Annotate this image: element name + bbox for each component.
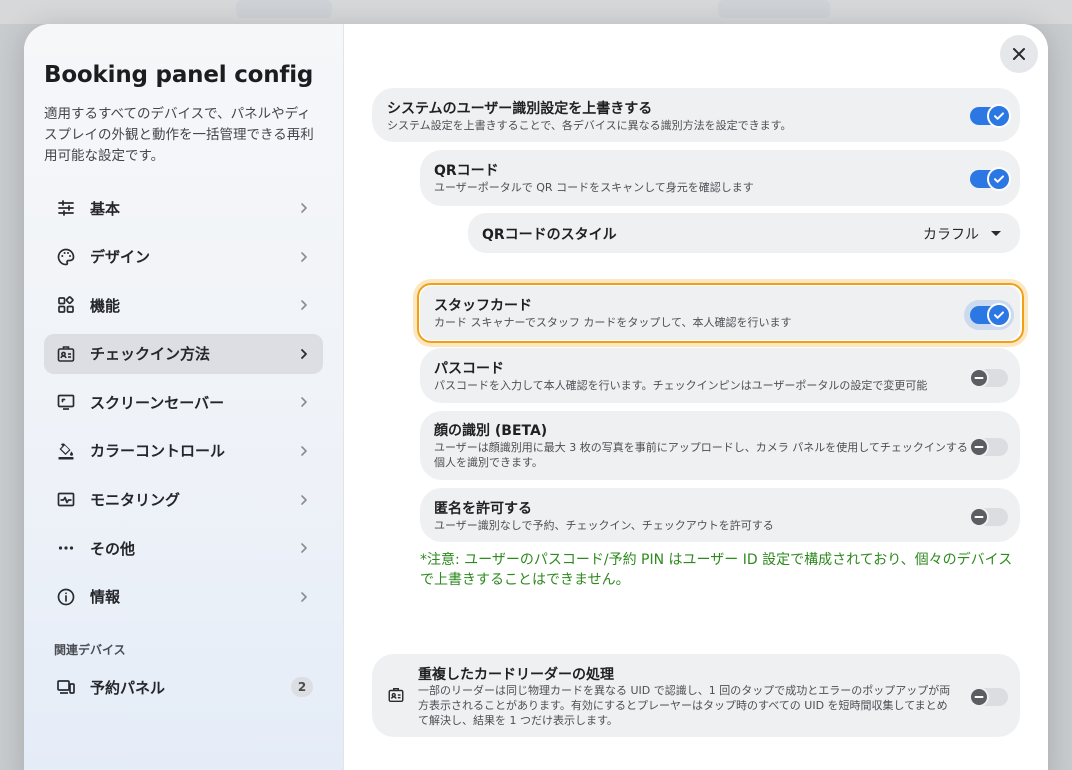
qr-code-setting-row: QRコード ユーザーポータルで QR コードをスキャンして身元を確認します	[420, 150, 1020, 206]
devices-icon	[56, 677, 76, 697]
sidebar-item-other[interactable]: その他	[44, 528, 323, 568]
anonymous-setting-row: 匿名を許可する ユーザー識別なしで予約、チェックイン、チェックアウトを許可する	[420, 488, 1020, 542]
setting-description: 一部のリーダーは同じ物理カードを異なる UID で認識し、1 回のタップで成功と…	[418, 684, 951, 697]
setting-description: て解決し、結果を 1 つだけ表示します。	[418, 714, 618, 727]
staff-card-setting-row: スタッフカード カード スキャナーでスタッフ カードをタップして、本人確認を行い…	[420, 286, 1020, 340]
setting-description: 個人を識別できます。	[434, 456, 543, 469]
monitoring-icon	[56, 490, 76, 510]
setting-title: 顔の識別 (BETA)	[434, 423, 548, 439]
note-line: *注意: ユーザーのパスコード/予約 PIN はユーザー ID 設定で構成されて…	[420, 552, 1013, 568]
chevron-right-icon	[299, 394, 309, 410]
palette-icon	[56, 247, 76, 267]
setting-title: 重複したカードリーダーの処理	[418, 667, 614, 683]
face-recognition-toggle[interactable]	[969, 437, 1008, 457]
sidebar-nav: 基本 デザイン 機能 チェックイン方法 スクリーンセーバー カラーコントロール …	[44, 188, 323, 625]
setting-description: 方表示されることがあります。有効にするとプレーヤーはタップ時のすべての UID …	[418, 699, 948, 712]
note-line: で上書きすることはできません。	[420, 572, 630, 588]
background-tab	[718, 0, 830, 18]
caret-down-icon	[991, 231, 1001, 236]
sidebar-item-label: スクリーンセーバー	[90, 393, 225, 412]
anonymous-toggle[interactable]	[969, 507, 1008, 527]
background-tab	[236, 0, 332, 18]
info-icon	[56, 587, 76, 607]
close-button[interactable]	[1000, 35, 1038, 73]
duplicate-reader-toggle[interactable]	[969, 687, 1008, 707]
sidebar-item-monitoring[interactable]: モニタリング	[44, 480, 323, 520]
face-recognition-setting-row: 顔の識別 (BETA) ユーザーは顔識別用に最大 3 枚の写真を事前にアップロー…	[420, 411, 1020, 480]
sidebar-item-label: 基本	[90, 199, 121, 218]
chevron-right-icon	[299, 492, 309, 508]
setting-description: カード スキャナーでスタッフ カードをタップして、本人確認を行います	[434, 316, 792, 329]
paint-bucket-icon	[56, 441, 76, 461]
duplicate-reader-setting-row: 重複したカードリーダーの処理 一部のリーダーは同じ物理カードを異なる UID で…	[372, 654, 1020, 737]
config-modal: Booking panel config 適用するすべてのデバイスで、パネルやデ…	[24, 24, 1048, 770]
sidebar-item-label: モニタリング	[90, 491, 181, 510]
override-toggle[interactable]	[970, 104, 1011, 128]
sidebar-item-basic[interactable]: 基本	[44, 188, 323, 228]
sidebar-item-label: 予約パネル	[90, 678, 166, 697]
passcode-setting-row: パスコード パスコードを入力して本人確認を行います。チェックインピンはユーザーポ…	[420, 348, 1020, 403]
chevron-right-icon	[299, 540, 309, 556]
sidebar-item-label: 機能	[90, 296, 121, 315]
related-devices-heading: 関連デバイス	[54, 643, 126, 657]
sidebar-item-label: チェックイン方法	[90, 345, 211, 364]
id-badge-icon	[56, 344, 76, 364]
more-icon	[56, 538, 76, 558]
sidebar-item-label: デザイン	[90, 248, 151, 267]
sidebar-item-label: カラーコントロール	[90, 442, 226, 461]
minus-icon	[974, 446, 984, 448]
apps-icon	[56, 295, 76, 315]
sidebar-item-design[interactable]: デザイン	[44, 237, 323, 277]
check-icon	[994, 175, 1004, 183]
setting-description: ユーザーは顔識別用に最大 3 枚の写真を事前にアップロードし、カメラ パネルを使…	[434, 441, 968, 454]
sidebar-item-booking-panel[interactable]: 予約パネル 2	[44, 667, 323, 707]
modal-description: 適用するすべてのデバイスで、パネルやディスプレイの外観と動作を一括管理できる再利…	[44, 106, 314, 164]
main-panel: システムのユーザー識別設定を上書きする システム設定を上書きすることで、各デバイ…	[344, 24, 1048, 770]
qr-code-toggle[interactable]	[970, 167, 1011, 191]
setting-title: QRコード	[434, 163, 499, 179]
select-label: QRコードのスタイル	[482, 227, 617, 243]
chevron-right-icon	[299, 297, 309, 313]
sidebar-item-screensaver[interactable]: スクリーンセーバー	[44, 382, 323, 422]
count-badge: 2	[291, 677, 313, 697]
sidebar-item-info[interactable]: 情報	[44, 577, 323, 617]
monitor-icon	[56, 392, 76, 412]
background-window	[0, 0, 1072, 24]
minus-icon	[974, 696, 984, 698]
chevron-right-icon	[299, 346, 309, 362]
override-setting-row: システムのユーザー識別設定を上書きする システム設定を上書きすることで、各デバイ…	[372, 88, 1020, 142]
sliders-icon	[56, 198, 76, 218]
check-icon	[994, 112, 1004, 120]
sidebar-item-features[interactable]: 機能	[44, 285, 323, 325]
sidebar-item-label: 情報	[90, 588, 121, 607]
chevron-right-icon	[299, 249, 309, 265]
setting-description: システム設定を上書きすることで、各デバイスに異なる識別方法を設定できます。	[387, 119, 792, 132]
check-icon	[994, 311, 1004, 319]
sidebar-item-color-control[interactable]: カラーコントロール	[44, 431, 323, 471]
setting-title: 匿名を許可する	[434, 501, 532, 517]
close-icon	[1011, 46, 1027, 62]
setting-title: パスコード	[434, 361, 504, 377]
setting-title: システムのユーザー識別設定を上書きする	[387, 101, 653, 117]
user-id-note: *注意: ユーザーのパスコード/予約 PIN はユーザー ID 設定で構成されて…	[420, 550, 1020, 590]
sidebar-item-label: その他	[90, 539, 136, 558]
minus-icon	[974, 516, 984, 518]
select-value: カラフル	[923, 227, 979, 243]
setting-description: ユーザーポータルで QR コードをスキャンして身元を確認します	[434, 181, 754, 194]
passcode-toggle[interactable]	[969, 368, 1008, 388]
chevron-right-icon	[299, 443, 309, 459]
id-badge-icon	[388, 687, 404, 703]
minus-icon	[974, 377, 984, 379]
sidebar-item-checkin-method[interactable]: チェックイン方法	[44, 333, 323, 374]
chevron-right-icon	[299, 200, 309, 216]
setting-title: スタッフカード	[434, 298, 532, 314]
setting-description: ユーザー識別なしで予約、チェックイン、チェックアウトを許可する	[434, 519, 774, 532]
modal-title: Booking panel config	[44, 62, 314, 88]
sidebar: Booking panel config 適用するすべてのデバイスで、パネルやデ…	[24, 24, 344, 770]
setting-description: パスコードを入力して本人確認を行います。チェックインピンはユーザーポータルの設定…	[434, 379, 928, 392]
qr-style-select[interactable]: QRコードのスタイル カラフル	[468, 213, 1020, 253]
staff-card-toggle[interactable]	[970, 303, 1011, 327]
chevron-right-icon	[299, 589, 309, 605]
